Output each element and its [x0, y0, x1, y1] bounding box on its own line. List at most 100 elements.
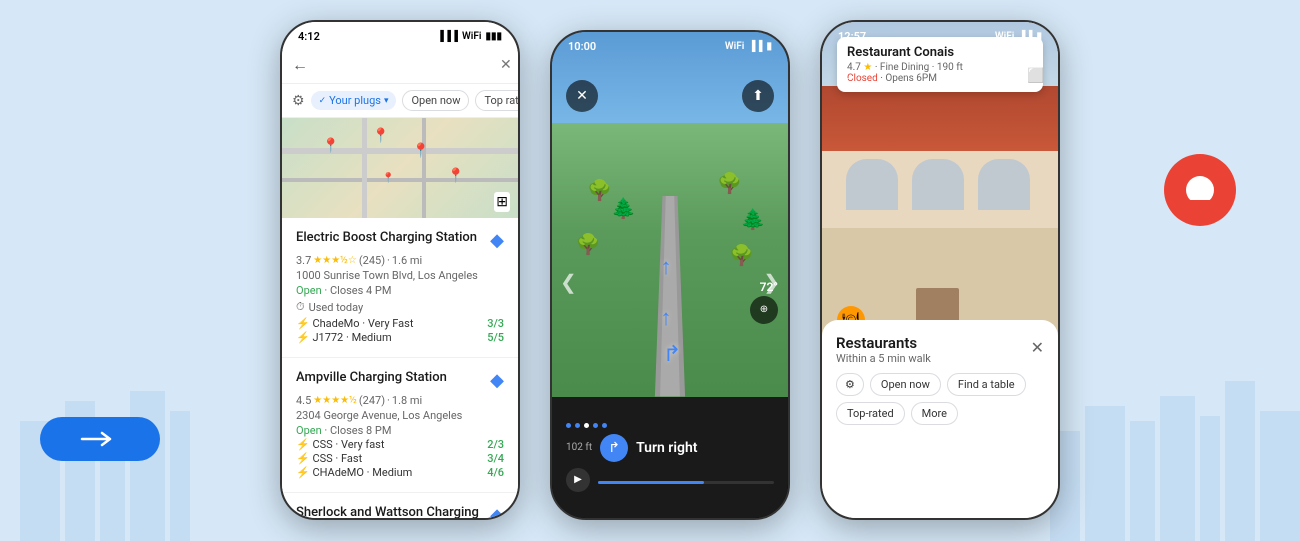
nav-progress-bar	[598, 481, 774, 484]
tree-4: 🌳	[717, 171, 742, 195]
share-nav-btn[interactable]: ⬆	[742, 80, 774, 112]
panel-close-button[interactable]: ✕	[1031, 341, 1044, 357]
status-icons-2: WiFi ▐▐ ▮	[725, 41, 772, 52]
phone-navigation: 10:00 WiFi ▐▐ ▮ 🌳 🌲 🌳 🌳	[550, 30, 790, 520]
restaurant-photo: Restaurant Conais 4.7 ★ · Fine Dining · …	[822, 22, 1058, 344]
status-time-1: 4:12	[298, 30, 320, 43]
clock-icon-1: ⏱	[296, 300, 305, 314]
stars-1: ★★★½☆	[313, 255, 357, 266]
close-nav-btn[interactable]: ✕	[566, 80, 598, 112]
battery-icon: ▮▮▮	[485, 31, 502, 42]
blue-arrow-button[interactable]	[40, 417, 160, 461]
layers-icon[interactable]: ⊞	[494, 192, 510, 212]
route-dot-2	[575, 423, 580, 428]
search-bar[interactable]: ← Charging stations ✕ 🎤	[282, 47, 518, 84]
station-1-rating: 3.7 ★★★½☆ (245) · 1.6 mi	[296, 254, 504, 267]
status-time-2: 10:00	[568, 40, 596, 53]
phone-charging-stations: 4:12 ▐▐▐ WiFi ▮▮▮ ← Charging stations ✕ …	[280, 20, 520, 520]
phone3-content: 12:57 WiFi ▐▐ ▮ ← ⬜	[822, 22, 1058, 518]
check-icon: ✓	[319, 96, 327, 106]
filter-icon-btn[interactable]: ⚙	[836, 373, 864, 396]
map-pin-2: 📍	[372, 128, 389, 144]
station-1-used: ⏱ Used today	[296, 300, 504, 314]
map-pin-4: 📍	[447, 168, 464, 184]
search-input[interactable]: Charging stations	[316, 58, 492, 73]
station-3-nav-icon[interactable]: ◆	[490, 505, 504, 518]
station-2-status: Open · Closes 8 PM	[296, 424, 504, 437]
wifi-icon-3: WiFi	[995, 31, 1014, 42]
nav-street-name: Turn right	[636, 440, 697, 456]
nav-turn-icon: ↱	[600, 434, 628, 462]
charger-row-2-2: ⚡ CHAdeMO · Medium 4/6	[296, 466, 504, 479]
compass-button[interactable]: ⊕	[750, 296, 778, 324]
status-icons-3: WiFi ▐▐ ▮	[995, 31, 1042, 42]
status-bar-1: 4:12 ▐▐▐ WiFi ▮▮▮	[282, 22, 518, 47]
filter-icon[interactable]: ⚙	[292, 93, 305, 109]
signal-icon-3: ▐▐	[1018, 31, 1032, 42]
route-dot-4	[593, 423, 598, 428]
back-icon[interactable]: ←	[292, 55, 308, 75]
action-open-now[interactable]: Open now	[870, 373, 941, 396]
station-2-name: Ampville Charging Station	[296, 370, 482, 385]
action-top-rated[interactable]: Top-rated	[836, 402, 905, 425]
station-item-3[interactable]: Sherlock and Wattson Charging Station ◆ …	[282, 493, 518, 518]
nav-prev-arrow[interactable]: ❮	[560, 270, 577, 294]
filter-top-rated[interactable]: Top rated	[475, 90, 520, 111]
charger-row-1-1: ⚡ J1772 · Medium 5/5	[296, 331, 504, 344]
station-1-address: 1000 Sunrise Town Blvd, Los Angeles	[296, 269, 504, 282]
phone1-content: 4:12 ▐▐▐ WiFi ▮▮▮ ← Charging stations ✕ …	[282, 22, 518, 518]
nav-3d-view: 🌳 🌲 🌳 🌳 🌲 🌳 ↑ ↑ ↱ ✕ ⬆ 72°	[552, 32, 788, 397]
panel-title-group: Restaurants Within a 5 min walk	[836, 334, 931, 365]
nav-arrow-road-3: ↱	[663, 342, 681, 367]
wifi-icon: WiFi	[462, 31, 481, 42]
panel-title: Restaurants	[836, 334, 931, 352]
station-1-name: Electric Boost Charging Station	[296, 230, 482, 245]
restaurant-name: Restaurant Conais	[847, 45, 1033, 60]
nav-controls: ✕ ⬆	[552, 68, 788, 124]
route-dots	[566, 423, 774, 428]
filter-icon-3: ⚙	[845, 378, 855, 391]
status-time-3: 12:57	[838, 30, 866, 43]
panel-header: Restaurants Within a 5 min walk ✕	[836, 334, 1044, 365]
back-button-3[interactable]: ←	[832, 64, 856, 88]
battery-icon-3: ▮	[1036, 31, 1042, 42]
route-dot-3	[584, 423, 589, 428]
tree-6: 🌳	[729, 243, 754, 267]
panel-subtitle: Within a 5 min walk	[836, 352, 931, 365]
play-button[interactable]: ▶	[566, 468, 590, 492]
nav-arrow-road-2: ↑	[661, 254, 672, 280]
panel-actions: ⚙ Open now Find a table Top-rated More	[836, 373, 1044, 425]
wifi-icon-2: WiFi	[725, 41, 744, 52]
nav-arrow-road-1: ↑	[661, 305, 672, 331]
nav-next-arrow[interactable]: ❯	[763, 270, 780, 294]
large-map-pin	[1160, 150, 1240, 250]
station-2-rating: 4.5 ★★★★½ (247) · 1.8 mi	[296, 394, 504, 407]
station-1-nav-icon[interactable]: ◆	[490, 230, 504, 251]
nav-progress-fill	[598, 481, 704, 484]
station-item-2[interactable]: Ampville Charging Station ◆ 4.5 ★★★★½ (2…	[282, 358, 518, 493]
restaurant-panel: Restaurants Within a 5 min walk ✕ ⚙ Open…	[822, 320, 1058, 518]
status-bar-3: 12:57 WiFi ▐▐ ▮	[822, 22, 1058, 47]
station-1-status: Open · Closes 4 PM	[296, 284, 504, 297]
filter-your-plugs[interactable]: ✓ Your plugs ▾	[311, 91, 397, 110]
battery-icon-2: ▮	[766, 41, 772, 52]
station-3-name: Sherlock and Wattson Charging Station	[296, 505, 482, 518]
phone2-content: 10:00 WiFi ▐▐ ▮ 🌳 🌲 🌳 🌳	[552, 32, 788, 518]
action-find-table[interactable]: Find a table	[947, 373, 1026, 396]
nav-instruction: 102 ft ↱ Turn right	[566, 434, 774, 462]
stations-list: Electric Boost Charging Station ◆ 3.7 ★★…	[282, 218, 518, 518]
tree-2: 🌲	[611, 196, 636, 220]
station-2-nav-icon[interactable]: ◆	[490, 370, 504, 391]
filter-open-now[interactable]: Open now	[402, 90, 469, 111]
signal-icon-2: ▐▐	[748, 41, 762, 52]
restaurant-meta: 4.7 ★ · Fine Dining · 190 ft	[847, 62, 1033, 73]
phone-restaurant: 12:57 WiFi ▐▐ ▮ ← ⬜	[820, 20, 1060, 520]
share-button-3[interactable]: ⬜	[1024, 64, 1048, 88]
map-area[interactable]: 📍 📍 📍 📍 📍 ⊞	[282, 118, 518, 218]
charger-row-2-0: ⚡ CSS · Very fast 2/3	[296, 438, 504, 451]
clear-icon[interactable]: ✕	[500, 57, 512, 73]
action-more[interactable]: More	[911, 402, 958, 425]
station-item-1[interactable]: Electric Boost Charging Station ◆ 3.7 ★★…	[282, 218, 518, 358]
dropdown-icon: ▾	[384, 96, 389, 106]
stars-2: ★★★★½	[313, 395, 357, 406]
